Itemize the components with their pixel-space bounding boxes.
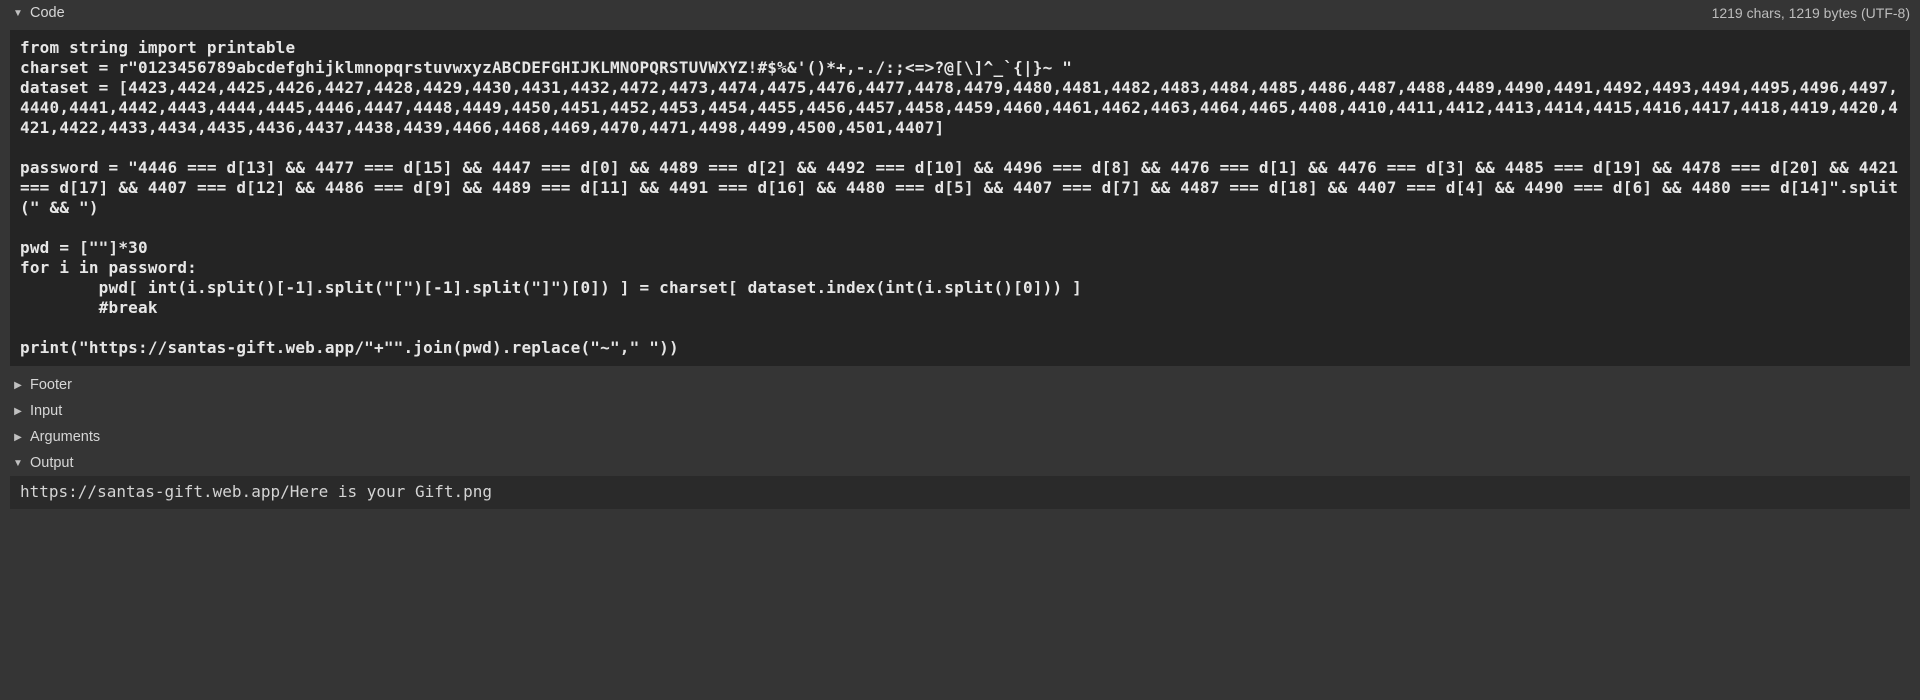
output-content[interactable]: https://santas-gift.web.app/Here is your… (10, 476, 1910, 509)
section-title-output: Output (30, 455, 74, 471)
section-title-input: Input (30, 403, 62, 419)
section-header-code[interactable]: ▼ Code 1219 chars, 1219 bytes (UTF-8) (0, 0, 1920, 26)
section-header-footer[interactable]: ▶ Footer (0, 372, 1920, 398)
code-content[interactable]: from string import printable charset = r… (10, 30, 1910, 366)
chevron-right-icon: ▶ (12, 406, 24, 417)
code-size-info: 1219 chars, 1219 bytes (UTF-8) (1712, 5, 1910, 21)
section-title-footer: Footer (30, 377, 72, 393)
chevron-down-icon: ▼ (12, 8, 24, 19)
section-title-arguments: Arguments (30, 429, 100, 445)
section-header-output[interactable]: ▼ Output (0, 450, 1920, 476)
section-header-input[interactable]: ▶ Input (0, 398, 1920, 424)
section-title-code: Code (30, 5, 65, 21)
chevron-down-icon: ▼ (12, 458, 24, 469)
chevron-right-icon: ▶ (12, 380, 24, 391)
section-header-arguments[interactable]: ▶ Arguments (0, 424, 1920, 450)
chevron-right-icon: ▶ (12, 432, 24, 443)
